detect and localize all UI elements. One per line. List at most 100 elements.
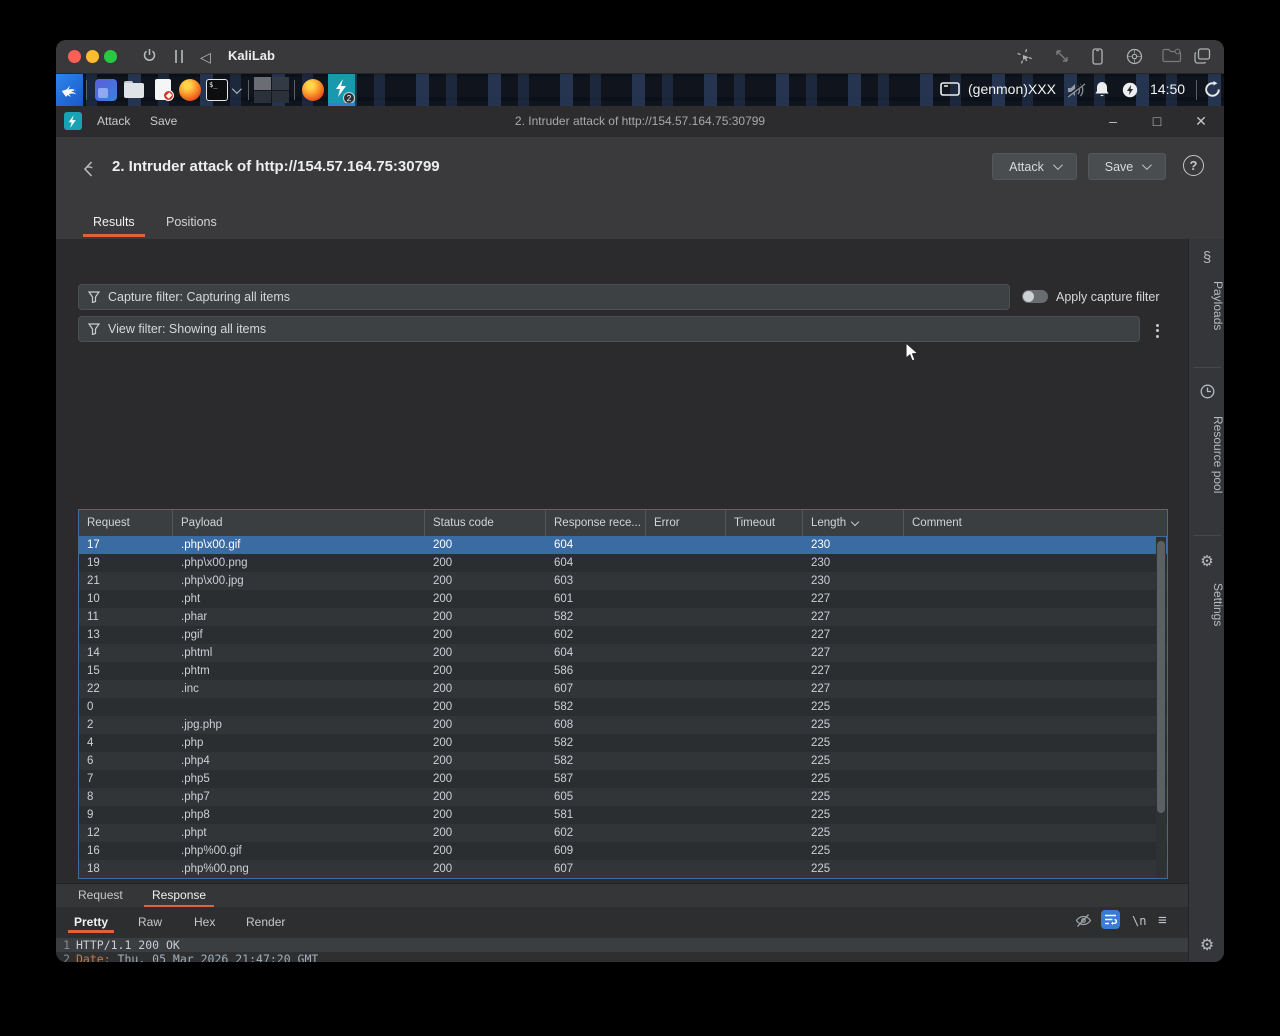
power-manager-icon[interactable]	[1122, 82, 1138, 98]
tab-hex[interactable]: Hex	[188, 909, 221, 933]
power-icon[interactable]	[142, 48, 157, 64]
table-row[interactable]: 8.php7200605225	[79, 788, 1167, 806]
table-row[interactable]: 22.inc200607227	[79, 680, 1167, 698]
shared-folder-icon[interactable]	[1162, 48, 1182, 63]
session-logout-icon[interactable]	[1204, 81, 1221, 98]
response-line[interactable]: 2Date: Thu, 05 Mar 2026 21:47:20 GMT	[56, 952, 1188, 962]
cell-request: 22	[79, 680, 173, 698]
tab-positions[interactable]: Positions	[156, 209, 227, 237]
table-row[interactable]: 15.phtm200586227	[79, 662, 1167, 680]
firefox-window-button[interactable]	[302, 79, 324, 101]
view-filter-bar[interactable]: View filter: Showing all items	[78, 316, 1140, 342]
sidebar-tab-resource-pool[interactable]: Resource pool	[1189, 405, 1224, 505]
workspace-1-active[interactable]	[254, 77, 271, 90]
table-row[interactable]: 10.pht200601227	[79, 590, 1167, 608]
kali-menu-button[interactable]	[56, 74, 83, 106]
step-back-icon[interactable]: ◁	[200, 49, 211, 66]
settings-gear-icon[interactable]: ⚙	[1189, 552, 1224, 570]
file-manager-launcher[interactable]	[123, 79, 145, 101]
word-wrap-button[interactable]	[1101, 910, 1120, 929]
response-line[interactable]: 1HTTP/1.1 200 OK	[56, 938, 1188, 952]
hide-eye-icon[interactable]	[1075, 913, 1092, 928]
tab-request[interactable]: Request	[70, 884, 131, 908]
bottom-settings-gear-icon[interactable]: ⚙	[1189, 935, 1224, 955]
col-request[interactable]: Request	[79, 510, 173, 536]
device-icon[interactable]	[1092, 48, 1103, 65]
table-row[interactable]: 0200582225	[79, 698, 1167, 716]
pointer-effects-icon[interactable]	[1016, 48, 1033, 65]
minimize-traffic-light[interactable]	[86, 50, 99, 63]
payloads-section-icon[interactable]: §	[1189, 249, 1224, 266]
tab-pretty[interactable]: Pretty	[68, 909, 114, 933]
burp-window-button[interactable]: 2	[328, 74, 355, 106]
window-manager-launcher[interactable]	[95, 79, 117, 101]
burp-titlebar[interactable]: Attack Save 2. Intruder attack of http:/…	[56, 106, 1224, 137]
tab-render[interactable]: Render	[240, 909, 291, 933]
maximize-button[interactable]: □	[1148, 113, 1166, 129]
col-comment[interactable]: Comment	[904, 510, 1167, 536]
save-button[interactable]: Save	[1088, 153, 1166, 180]
col-timeout[interactable]: Timeout	[726, 510, 803, 536]
cell-status: 200	[425, 608, 546, 626]
minimize-button[interactable]: –	[1104, 113, 1122, 129]
zoom-traffic-light[interactable]	[104, 50, 117, 63]
table-row[interactable]: 4.php200582225	[79, 734, 1167, 752]
workspace-3[interactable]	[254, 91, 271, 104]
terminal-dropdown-chevron-icon[interactable]	[232, 84, 242, 94]
tab-raw[interactable]: Raw	[132, 909, 168, 933]
table-row[interactable]: 6.php4200582225	[79, 752, 1167, 770]
back-arrow-icon[interactable]	[78, 158, 100, 180]
table-scrollbar[interactable]	[1156, 537, 1166, 878]
notifications-bell-icon[interactable]	[1094, 81, 1110, 98]
col-error[interactable]: Error	[646, 510, 726, 536]
close-button[interactable]: ✕	[1192, 113, 1210, 130]
show-newlines-button[interactable]: \n	[1132, 914, 1146, 928]
help-button[interactable]: ?	[1183, 155, 1204, 176]
genmon-terminal-icon[interactable]	[940, 82, 960, 98]
scrollbar-thumb[interactable]	[1157, 541, 1165, 813]
pause-icon[interactable]	[174, 50, 184, 63]
cell-payload: .php%00.png	[173, 860, 425, 878]
table-row[interactable]: 7.php5200587225	[79, 770, 1167, 788]
table-row[interactable]: 9.php8200581225	[79, 806, 1167, 824]
table-row[interactable]: 17.php\x00.gif200604230	[79, 536, 1167, 554]
col-length[interactable]: Length	[803, 510, 904, 536]
col-payload[interactable]: Payload	[173, 510, 425, 536]
table-row[interactable]: 12.phpt200602225	[79, 824, 1167, 842]
col-response-received[interactable]: Response rece...	[546, 510, 646, 536]
workspace-pager[interactable]	[254, 77, 289, 103]
text-editor-launcher[interactable]	[152, 79, 174, 101]
attack-button[interactable]: Attack	[992, 153, 1077, 180]
table-row[interactable]: 18.php%00.png200607225	[79, 860, 1167, 878]
table-row[interactable]: 21.php\x00.jpg200603230	[79, 572, 1167, 590]
editor-menu-icon[interactable]: ≡	[1158, 912, 1167, 929]
capture-filter-bar[interactable]: Capture filter: Capturing all items	[78, 284, 1010, 310]
terminal-launcher[interactable]: $_	[206, 79, 228, 101]
close-traffic-light[interactable]	[68, 50, 81, 63]
tab-response[interactable]: Response	[144, 884, 214, 908]
resource-pool-clock-icon[interactable]	[1189, 384, 1224, 399]
apply-capture-filter-toggle[interactable]	[1022, 290, 1048, 303]
disc-icon[interactable]	[1126, 48, 1143, 65]
col-status[interactable]: Status code	[425, 510, 546, 536]
response-editor[interactable]: 1HTTP/1.1 200 OK2Date: Thu, 05 Mar 2026 …	[56, 935, 1188, 962]
table-row[interactable]: 16.php%00.gif200609225	[79, 842, 1167, 860]
audio-muted-icon[interactable]	[1066, 82, 1086, 98]
table-row[interactable]: 14.phtml200604227	[79, 644, 1167, 662]
cell-received: 607	[546, 860, 646, 878]
firefox-launcher[interactable]	[179, 79, 201, 101]
kebab-menu-icon[interactable]	[1156, 321, 1160, 340]
table-row[interactable]: 19.php\x00.png200604230	[79, 554, 1167, 572]
copy-windows-icon[interactable]	[1194, 48, 1211, 64]
tab-results[interactable]: Results	[83, 209, 145, 237]
sidebar-tab-settings[interactable]: Settings	[1189, 575, 1224, 635]
table-row[interactable]: 11.phar200582227	[79, 608, 1167, 626]
workspace-2[interactable]	[272, 77, 289, 90]
table-row[interactable]: 2.jpg.php200608225	[79, 716, 1167, 734]
macos-titlebar[interactable]: ◁ KaliLab	[56, 40, 1224, 74]
workspace-4[interactable]	[272, 91, 289, 104]
table-row[interactable]: 13.pgif200602227	[79, 626, 1167, 644]
resize-icon[interactable]	[1054, 48, 1070, 64]
sidebar-tab-payloads[interactable]: Payloads	[1189, 271, 1224, 341]
cell-status: 200	[425, 806, 546, 824]
